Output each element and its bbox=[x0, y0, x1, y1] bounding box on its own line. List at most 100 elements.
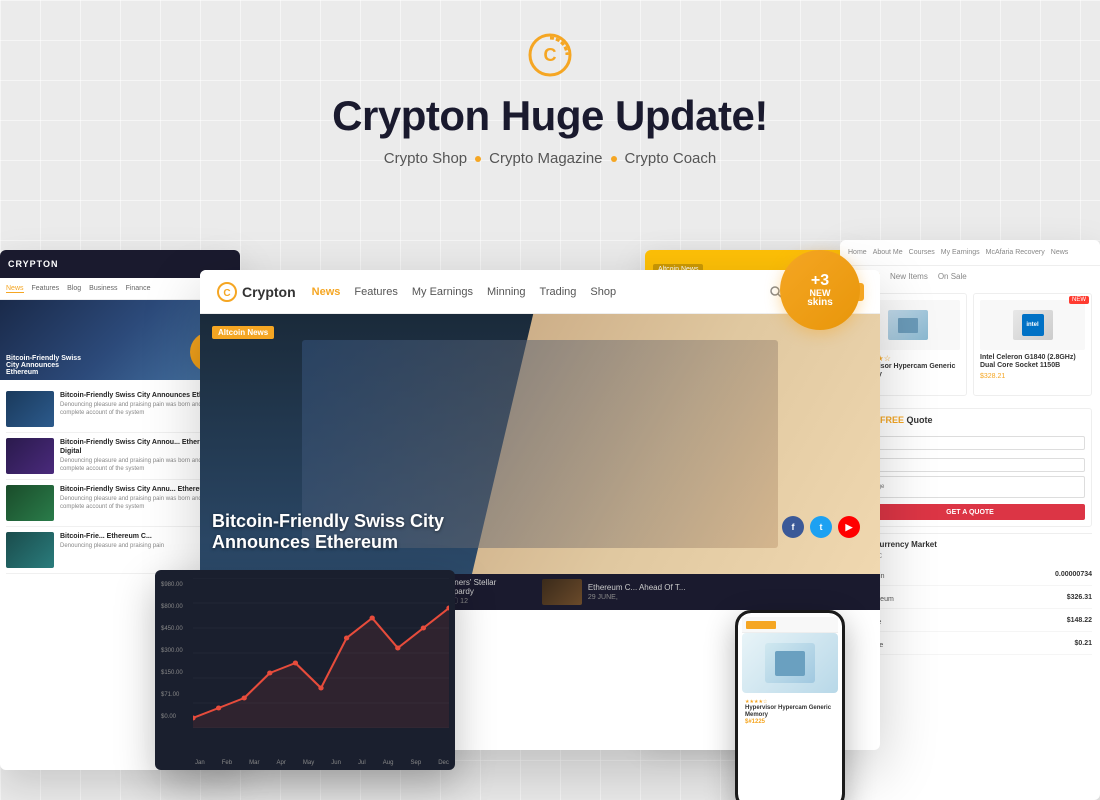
sl-article-thumb-3 bbox=[6, 485, 54, 521]
phone-product-details: ★★★★☆ Hypervisor Hypercam Generic Memory… bbox=[742, 697, 838, 727]
sc-hero-badge: Altcoin News bbox=[212, 326, 274, 339]
sr-product-name-2: Intel Celeron G1840 (2.8GHz) Dual Core S… bbox=[980, 354, 1085, 371]
sr-product-badge-new: NEW bbox=[1069, 296, 1089, 304]
sc-nav-links: News Features My Earnings Minning Tradin… bbox=[312, 286, 616, 298]
chart-y-label: $450.00 bbox=[161, 626, 183, 632]
sc-social-buttons: f t ▶ bbox=[782, 516, 860, 538]
youtube-button[interactable]: ▶ bbox=[838, 516, 860, 538]
chart-x-label: Aug bbox=[383, 760, 394, 766]
facebook-button[interactable]: f bbox=[782, 516, 804, 538]
sl-nav-blog[interactable]: Blog bbox=[67, 285, 81, 292]
phone-product-visual bbox=[765, 643, 815, 683]
sr-product-img-2: intel bbox=[980, 300, 1085, 350]
chart-y-label: $0.00 bbox=[161, 714, 183, 720]
subtitle-crypto-magazine: Crypto Magazine bbox=[489, 150, 602, 167]
sr-nav-earnings[interactable]: My Earnings bbox=[941, 249, 980, 256]
main-title: Crypton Huge Update! bbox=[0, 92, 1100, 140]
subtitle-crypto-shop: Crypto Shop bbox=[384, 150, 467, 167]
sl-article-thumb-1 bbox=[6, 391, 54, 427]
sr-quote-form: Get a FREE Quote GET A QUOTE bbox=[848, 408, 1092, 528]
sr-market-pair: AUS / BTC bbox=[848, 553, 1092, 560]
phone-product-name: Hypervisor Hypercam Generic Memory bbox=[745, 705, 835, 719]
svg-text:C: C bbox=[223, 288, 230, 299]
chart-x-label: May bbox=[303, 760, 314, 766]
sc-nav-trading[interactable]: Trading bbox=[540, 286, 577, 298]
page-background: C Crypton Huge Update! Crypto Shop Crypt… bbox=[0, 0, 1100, 800]
sc-nav-news[interactable]: News bbox=[312, 286, 341, 298]
sr-product-visual-2: intel bbox=[1013, 310, 1053, 340]
header-section: C Crypton Huge Update! Crypto Shop Crypt… bbox=[0, 0, 1100, 187]
sc-nav-shop[interactable]: Shop bbox=[590, 286, 616, 298]
phone-navbar bbox=[742, 617, 838, 633]
sc-news-thumb-3 bbox=[542, 579, 582, 605]
new-skins-badge: +3 NEW skins bbox=[780, 250, 860, 330]
chart-y-axis: $980.00 $800.00 $450.00 $300.00 $150.00 … bbox=[161, 582, 183, 720]
sc-hero-title: Bitcoin-Friendly Swiss CityAnnounces Eth… bbox=[212, 511, 444, 554]
crypton-logo-icon: C bbox=[525, 30, 575, 80]
sr-name-input[interactable] bbox=[855, 436, 1085, 450]
chart-x-label: Apr bbox=[277, 760, 286, 766]
sr-products-grid: ★★★★☆ Hypervisor Hypercam Generic Memory… bbox=[848, 293, 1092, 396]
phone-mockup: ★★★★☆ Hypervisor Hypercam Generic Memory… bbox=[735, 610, 845, 800]
sl-nav-features[interactable]: Features bbox=[32, 285, 60, 292]
sr-message-input[interactable] bbox=[855, 476, 1085, 498]
sc-navbar: C Crypton News Features My Earnings Minn… bbox=[200, 270, 880, 314]
sr-get-quote-button[interactable]: GET A QUOTE bbox=[855, 504, 1085, 520]
sc-logo-text: Crypton bbox=[242, 284, 296, 300]
chart-x-label: Feb bbox=[222, 760, 232, 766]
sc-nav-minning[interactable]: Minning bbox=[487, 286, 526, 298]
sc-nav-features[interactable]: Features bbox=[354, 286, 397, 298]
chart-x-label: Jun bbox=[331, 760, 341, 766]
twitter-button[interactable]: t bbox=[810, 516, 832, 538]
subtitle-dot-2 bbox=[611, 156, 617, 162]
sc-hero: Altcoin News Bitcoin-Friendly Swiss City… bbox=[200, 314, 880, 574]
chart-x-label: Dec bbox=[438, 760, 449, 766]
sr-nav-home[interactable]: Home bbox=[848, 249, 867, 256]
bitcoin-price: 0.00000734 bbox=[1055, 571, 1092, 578]
chart-y-label: $980.00 bbox=[161, 582, 183, 588]
sl-nav-business[interactable]: Business bbox=[89, 285, 117, 292]
sc-nav-earnings[interactable]: My Earnings bbox=[412, 286, 473, 298]
sr-quote-title: Get a FREE Quote bbox=[855, 415, 1085, 425]
sc-news-text-3: Ethereum C... Ahead Of T...29 JUNE, bbox=[588, 583, 686, 601]
subtitle-dot-1 bbox=[475, 156, 481, 162]
sr-nav-about[interactable]: About Me bbox=[873, 249, 903, 256]
apple-price: $148.22 bbox=[1067, 617, 1092, 624]
screenshots-area: CRYPTON News Features Blog Business Fina… bbox=[0, 230, 1100, 800]
sr-topbar: Home About Me Courses My Earnings McAfar… bbox=[840, 240, 1100, 266]
sl-logo: CRYPTON bbox=[8, 259, 59, 269]
phone-content: ★★★★☆ Hypervisor Hypercam Generic Memory… bbox=[738, 613, 842, 731]
chart-svg-container bbox=[193, 578, 449, 728]
sl-article-thumb-2 bbox=[6, 438, 54, 474]
phone-chip bbox=[775, 651, 805, 676]
sl-nav-finance[interactable]: Finance bbox=[126, 285, 151, 292]
sr-product-visual-1 bbox=[888, 310, 928, 340]
chart-y-label: $71.00 bbox=[161, 692, 183, 698]
subtitle-crypto-coach: Crypto Coach bbox=[625, 150, 717, 167]
sr-nav-courses[interactable]: Courses bbox=[909, 249, 935, 256]
list-item: Ripple $0.21 bbox=[848, 632, 1092, 655]
chart-x-label: Mar bbox=[249, 760, 259, 766]
intel-icon: intel bbox=[1022, 314, 1044, 336]
list-item: Bitcoin 0.00000734 bbox=[848, 563, 1092, 586]
sl-hero-caption: Bitcoin-Friendly Swiss City Announces Et… bbox=[6, 355, 86, 376]
ripple-price: $0.21 bbox=[1074, 640, 1092, 647]
screenshot-chart: $980.00 $800.00 $450.00 $300.00 $150.00 … bbox=[155, 570, 455, 770]
sr-nav-recovery[interactable]: McAfaria Recovery bbox=[986, 249, 1045, 256]
list-item: Ethereum C... Ahead Of T...29 JUNE, bbox=[542, 578, 686, 606]
subtitle-row: Crypto Shop Crypto Magazine Crypto Coach bbox=[0, 150, 1100, 167]
sr-nav-news[interactable]: News bbox=[1051, 249, 1069, 256]
chart-y-label: $300.00 bbox=[161, 648, 183, 654]
sl-nav-news[interactable]: News bbox=[6, 285, 24, 293]
sr-email-input[interactable] bbox=[855, 458, 1085, 472]
chart-x-label: Jul bbox=[358, 760, 366, 766]
chart-y-label: $150.00 bbox=[161, 670, 183, 676]
sr-tab-new-items[interactable]: New Items bbox=[890, 272, 928, 285]
chart-y-label: $800.00 bbox=[161, 604, 183, 610]
badge-plus-text: +3 bbox=[811, 273, 829, 289]
phone-logo bbox=[746, 621, 776, 629]
sr-tab-on-sale[interactable]: On Sale bbox=[938, 272, 967, 285]
list-item: NEW intel Intel Celeron G1840 (2.8GHz) D… bbox=[973, 293, 1092, 396]
phone-product-image bbox=[742, 633, 838, 693]
phone-screen: ★★★★☆ Hypervisor Hypercam Generic Memory… bbox=[738, 613, 842, 800]
